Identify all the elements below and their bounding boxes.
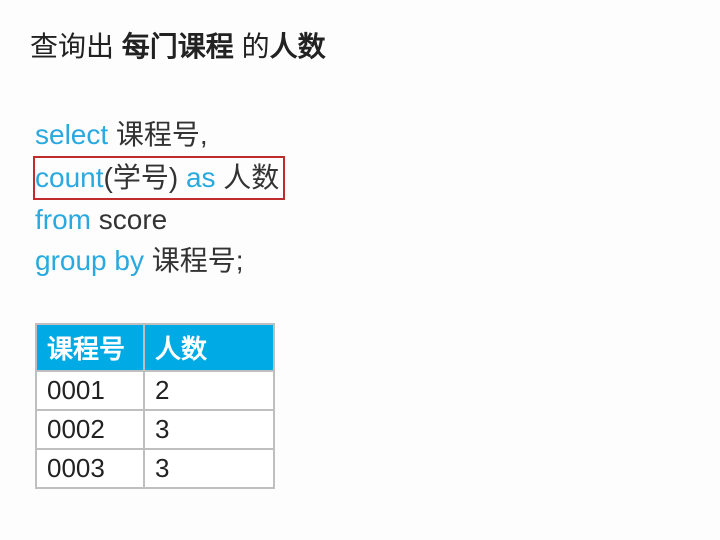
table-row: 0001 2 xyxy=(36,371,274,410)
title-text-1: 查询出 xyxy=(30,31,122,62)
table-header: 课程号 xyxy=(36,324,144,371)
sql-line-1: select 课程号, xyxy=(35,115,690,156)
keyword-count: count xyxy=(35,162,104,193)
keyword-as: as xyxy=(186,162,216,193)
sql-line-4: group by 课程号; xyxy=(35,241,690,282)
keyword-from: from xyxy=(35,204,91,235)
page-title: 查询出 每门课程 的人数 xyxy=(30,25,690,65)
highlight-box: count(学号) as 人数 xyxy=(33,156,285,201)
table-cell: 2 xyxy=(144,371,274,410)
sql-code-block: select 课程号, count(学号) as 人数 from score g… xyxy=(35,115,690,281)
title-bold-2: 人数 xyxy=(270,31,326,62)
table-row: 0002 3 xyxy=(36,410,274,449)
sql-line-3: from score xyxy=(35,200,690,241)
sql-text: 人数 xyxy=(216,162,280,193)
table-cell: 0002 xyxy=(36,410,144,449)
table-cell: 0001 xyxy=(36,371,144,410)
title-text-2: 的 xyxy=(234,31,270,62)
table-header-row: 课程号 人数 xyxy=(36,324,274,371)
keyword-groupby: group by xyxy=(35,245,144,276)
sql-line-2: count(学号) as 人数 xyxy=(35,156,690,201)
table-header: 人数 xyxy=(144,324,274,371)
table-row: 0003 3 xyxy=(36,449,274,488)
sql-text: 课程号, xyxy=(108,119,208,150)
table-cell: 0003 xyxy=(36,449,144,488)
keyword-select: select xyxy=(35,119,108,150)
table-cell: 3 xyxy=(144,449,274,488)
result-table: 课程号 人数 0001 2 0002 3 0003 3 xyxy=(35,323,275,489)
sql-text: score xyxy=(91,204,167,235)
title-bold-1: 每门课程 xyxy=(122,31,234,62)
sql-text: 课程号; xyxy=(144,245,244,276)
table-cell: 3 xyxy=(144,410,274,449)
sql-text: (学号) xyxy=(104,162,186,193)
